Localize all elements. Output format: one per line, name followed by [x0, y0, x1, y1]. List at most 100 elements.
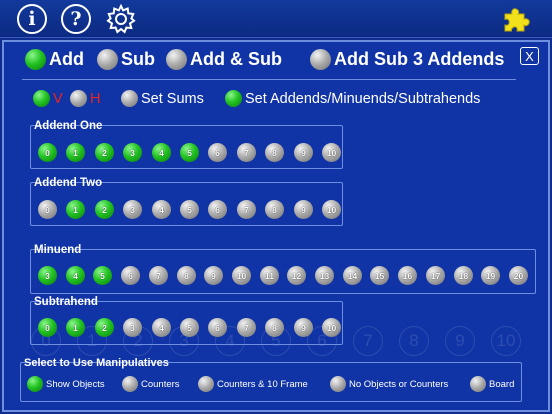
- minuend-number-19[interactable]: 19: [481, 266, 500, 285]
- addend-one-number-3[interactable]: 3: [123, 143, 142, 162]
- manip-counters[interactable]: Counters: [122, 376, 180, 392]
- horizontal-option[interactable]: H: [70, 90, 100, 107]
- subtrahend-number-7[interactable]: 7: [237, 318, 256, 337]
- minuend-number-11[interactable]: 11: [260, 266, 279, 285]
- addend-one-number-10[interactable]: 10: [322, 143, 341, 162]
- set-sums-radio: [121, 90, 138, 107]
- subtrahend-number-4[interactable]: 4: [152, 318, 171, 337]
- minuend-number-9[interactable]: 9: [204, 266, 223, 285]
- info-icon: i: [28, 8, 36, 30]
- addend-one-number-0[interactable]: 0: [38, 143, 57, 162]
- manip-counters-10-frame-radio: [198, 376, 214, 392]
- minuend-number-5[interactable]: 5: [93, 266, 112, 285]
- manip-no-objects-radio: [330, 376, 346, 392]
- addend-two-number-1[interactable]: 1: [66, 200, 85, 219]
- addend-two-number-3[interactable]: 3: [123, 200, 142, 219]
- addend-one-number-9[interactable]: 9: [294, 143, 313, 162]
- minuend-number-6[interactable]: 6: [121, 266, 140, 285]
- subtrahend-number-5[interactable]: 5: [180, 318, 199, 337]
- subtrahend-number-9[interactable]: 9: [294, 318, 313, 337]
- addend-two-number-6[interactable]: 6: [208, 200, 227, 219]
- minuend-number-10[interactable]: 10: [232, 266, 251, 285]
- mode-add[interactable]: Add: [25, 49, 84, 70]
- mode-sub-radio: [97, 49, 118, 70]
- manip-counters-10-frame[interactable]: Counters & 10 Frame: [198, 376, 308, 392]
- minuend-number-17[interactable]: 17: [426, 266, 445, 285]
- mode-add-sub[interactable]: Add & Sub: [166, 49, 282, 70]
- vertical-radio: [33, 90, 50, 107]
- addend-one-number-8[interactable]: 8: [265, 143, 284, 162]
- addend-two-number-5[interactable]: 5: [180, 200, 199, 219]
- addend-two-number-4[interactable]: 4: [152, 200, 171, 219]
- addend-one-number-2[interactable]: 2: [95, 143, 114, 162]
- manip-show-objects[interactable]: Show Objects: [27, 376, 105, 392]
- subtrahend-number-6[interactable]: 6: [208, 318, 227, 337]
- addend-one-label: Addend One: [34, 120, 103, 132]
- mode-add-label: Add: [49, 49, 84, 69]
- manip-no-objects[interactable]: No Objects or Counters: [330, 376, 448, 392]
- minuend-number-20[interactable]: 20: [509, 266, 528, 285]
- info-button[interactable]: i: [17, 4, 47, 34]
- background-number: 10: [491, 326, 521, 356]
- minuend-number-12[interactable]: 12: [287, 266, 306, 285]
- minuend-number-15[interactable]: 15: [370, 266, 389, 285]
- set-addends-label: Set Addends/Minuends/Subtrahends: [245, 90, 481, 107]
- addend-two-label: Addend Two: [34, 177, 103, 189]
- mode-add-sub-3-addends[interactable]: Add Sub 3 Addends: [310, 49, 504, 70]
- manip-board-radio: [470, 376, 486, 392]
- addend-two-number-0[interactable]: 0: [38, 200, 57, 219]
- background-number: 9: [445, 326, 475, 356]
- addend-two-number-10[interactable]: 10: [322, 200, 341, 219]
- set-sums-option[interactable]: Set Sums: [121, 90, 204, 107]
- minuend-number-3[interactable]: 3: [38, 266, 57, 285]
- vertical-option[interactable]: V: [33, 90, 63, 107]
- mode-add-sub-label: Add & Sub: [190, 49, 282, 69]
- background-number: 8: [399, 326, 429, 356]
- puzzle-piece-icon[interactable]: [500, 5, 536, 33]
- subtrahend-number-8[interactable]: 8: [265, 318, 284, 337]
- subtrahend-number-1[interactable]: 1: [66, 318, 85, 337]
- addend-two-number-7[interactable]: 7: [237, 200, 256, 219]
- gear-icon[interactable]: [105, 3, 137, 35]
- background-number: 7: [353, 326, 383, 356]
- set-addends-option[interactable]: Set Addends/Minuends/Subtrahends: [225, 90, 480, 107]
- subtrahend-number-2[interactable]: 2: [95, 318, 114, 337]
- subtrahend-number-3[interactable]: 3: [123, 318, 142, 337]
- minuend-number-16[interactable]: 16: [398, 266, 417, 285]
- mode-sub[interactable]: Sub: [97, 49, 155, 70]
- manip-board[interactable]: Board: [470, 376, 514, 392]
- addend-two-number-8[interactable]: 8: [265, 200, 284, 219]
- horizontal-radio: [70, 90, 87, 107]
- minuend-number-7[interactable]: 7: [149, 266, 168, 285]
- help-button[interactable]: ?: [61, 4, 91, 34]
- mode-sub-label: Sub: [121, 49, 155, 69]
- mode-add-radio: [25, 49, 46, 70]
- subtrahend-number-10[interactable]: 10: [322, 318, 341, 337]
- top-toolbar: i ?: [0, 0, 552, 38]
- close-button[interactable]: X: [520, 47, 539, 65]
- mode-add-sub-3-addends-label: Add Sub 3 Addends: [334, 49, 505, 69]
- minuend-label: Minuend: [34, 244, 82, 256]
- minuend-number-8[interactable]: 8: [177, 266, 196, 285]
- addend-two-number-2[interactable]: 2: [95, 200, 114, 219]
- help-icon: ?: [70, 8, 82, 30]
- addend-two-number-9[interactable]: 9: [294, 200, 313, 219]
- mode-add-sub-radio: [166, 49, 187, 70]
- addend-one-number-4[interactable]: 4: [152, 143, 171, 162]
- minuend-number-14[interactable]: 14: [343, 266, 362, 285]
- addend-one-number-1[interactable]: 1: [66, 143, 85, 162]
- manipulatives-title: Select to Use Manipulatives: [24, 357, 169, 369]
- subtrahend-label: Subtrahend: [34, 296, 98, 308]
- minuend-number-13[interactable]: 13: [315, 266, 334, 285]
- addend-one-number-5[interactable]: 5: [180, 143, 199, 162]
- subtrahend-number-0[interactable]: 0: [38, 318, 57, 337]
- addend-one-number-6[interactable]: 6: [208, 143, 227, 162]
- divider: [22, 79, 516, 80]
- mode-add-sub-3-addends-radio: [310, 49, 331, 70]
- manip-show-objects-radio: [27, 376, 43, 392]
- set-addends-radio: [225, 90, 242, 107]
- manip-counters-radio: [122, 376, 138, 392]
- minuend-number-18[interactable]: 18: [454, 266, 473, 285]
- addend-one-number-7[interactable]: 7: [237, 143, 256, 162]
- minuend-number-4[interactable]: 4: [66, 266, 85, 285]
